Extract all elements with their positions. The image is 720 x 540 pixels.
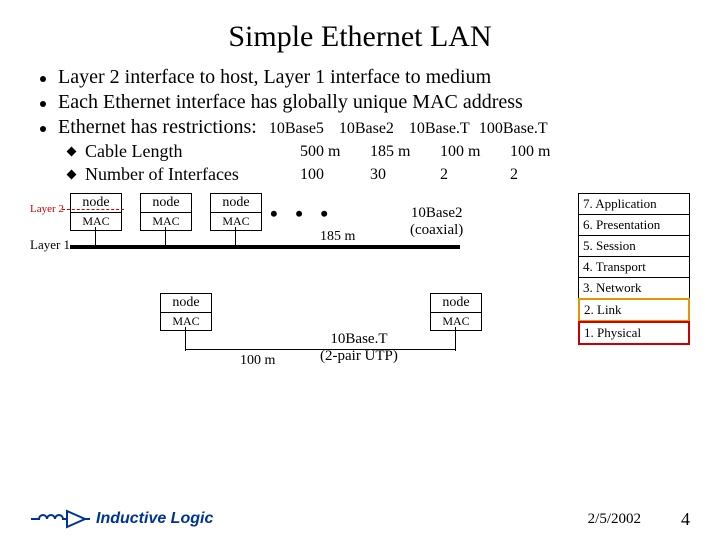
layer1-label: Layer 1	[30, 237, 70, 253]
ellipsis-icon: • • •	[270, 201, 334, 227]
col-header: 10Base2	[339, 120, 409, 138]
brand-text: Inductive Logic	[96, 510, 213, 528]
table-row: Number of Interfaces 100 30 2 2	[68, 164, 690, 185]
osi-layer: 4. Transport	[578, 256, 690, 278]
cell: 2	[510, 166, 580, 184]
cable-type: 10Base2 (coaxial)	[410, 205, 463, 239]
mac-label: MAC	[211, 213, 261, 230]
bullet-text: Layer 2 interface to host, Layer 1 inter…	[58, 66, 491, 89]
bullet-text: Each Ethernet interface has globally uni…	[58, 91, 523, 114]
cable-name: 10Base2	[411, 205, 463, 221]
osi-layer: 5. Session	[578, 235, 690, 257]
cell: 100 m	[440, 143, 510, 161]
drop-line	[165, 227, 166, 245]
node-label: node	[71, 194, 121, 213]
mac-label: MAC	[161, 313, 211, 330]
cell: 185 m	[370, 143, 440, 161]
bullet-list: Layer 2 interface to host, Layer 1 inter…	[40, 66, 690, 139]
cable-length: 185 m	[320, 229, 355, 245]
osi-layer: 6. Presentation	[578, 214, 690, 236]
cable-type: 10Base.T (2-pair UTP)	[320, 331, 398, 365]
restrictions-table: Cable Length 500 m 185 m 100 m 100 m Num…	[68, 141, 690, 185]
node-box: node MAC	[210, 193, 262, 231]
node-label: node	[141, 194, 191, 213]
page-number: 4	[681, 509, 690, 530]
cell: 100 m	[510, 143, 580, 161]
coax-cable	[70, 245, 460, 249]
cable-sub: (2-pair UTP)	[320, 348, 398, 364]
bullet-icon	[40, 76, 46, 82]
osi-layer-physical: 1. Physical	[578, 321, 690, 345]
node-box: node MAC	[430, 293, 482, 331]
footer: Inductive Logic 2/5/2002 4	[30, 508, 690, 530]
node-box: node MAC	[140, 193, 192, 231]
col-header: 10Base.T	[409, 120, 479, 138]
utp-line	[455, 327, 456, 351]
osi-layer: 3. Network	[578, 277, 690, 299]
diamond-icon	[67, 147, 77, 157]
row-label: Number of Interfaces	[85, 164, 300, 185]
node-box: node MAC	[70, 193, 122, 231]
row-label: Cable Length	[85, 141, 300, 162]
bullet-text: Ethernet has restrictions:	[58, 116, 257, 139]
layer2-label: Layer 2	[30, 203, 64, 215]
cell: 500 m	[300, 143, 370, 161]
cell: 2	[440, 166, 510, 184]
cable-name: 10Base.T	[330, 331, 387, 347]
mac-label: MAC	[71, 213, 121, 230]
cell: 30	[370, 166, 440, 184]
bullet-item: Ethernet has restrictions: 10Base5 10Bas…	[40, 116, 690, 139]
node-label: node	[431, 294, 481, 313]
mac-label: MAC	[141, 213, 191, 230]
bullet-item: Each Ethernet interface has globally uni…	[40, 91, 690, 114]
col-header: 100Base.T	[479, 120, 549, 138]
cable-length: 100 m	[240, 353, 275, 369]
diamond-icon	[67, 170, 77, 180]
bullet-icon	[40, 126, 46, 132]
brand-logo: Inductive Logic	[30, 508, 213, 530]
footer-date: 2/5/2002	[588, 511, 641, 528]
bullet-icon	[40, 101, 46, 107]
mac-label: MAC	[431, 313, 481, 330]
page-title: Simple Ethernet LAN	[30, 20, 690, 54]
network-diagram: node MAC node MAC node MAC Layer 2 Layer…	[30, 193, 690, 403]
cable-sub: (coaxial)	[410, 222, 463, 238]
layer2-dash	[62, 209, 124, 210]
node-label: node	[211, 194, 261, 213]
utp-line	[185, 327, 186, 351]
table-row: Cable Length 500 m 185 m 100 m 100 m	[68, 141, 690, 162]
inductor-icon	[30, 508, 90, 530]
osi-stack: 7. Application 6. Presentation 5. Sessio…	[578, 193, 690, 344]
osi-layer: 7. Application	[578, 193, 690, 215]
osi-layer-link: 2. Link	[578, 298, 690, 322]
col-header: 10Base5	[269, 120, 339, 138]
node-label: node	[161, 294, 211, 313]
drop-line	[95, 227, 96, 245]
table-header-row: 10Base5 10Base2 10Base.T 100Base.T	[269, 120, 549, 138]
node-box: node MAC	[160, 293, 212, 331]
bullet-item: Layer 2 interface to host, Layer 1 inter…	[40, 66, 690, 89]
cell: 100	[300, 166, 370, 184]
drop-line	[235, 227, 236, 245]
